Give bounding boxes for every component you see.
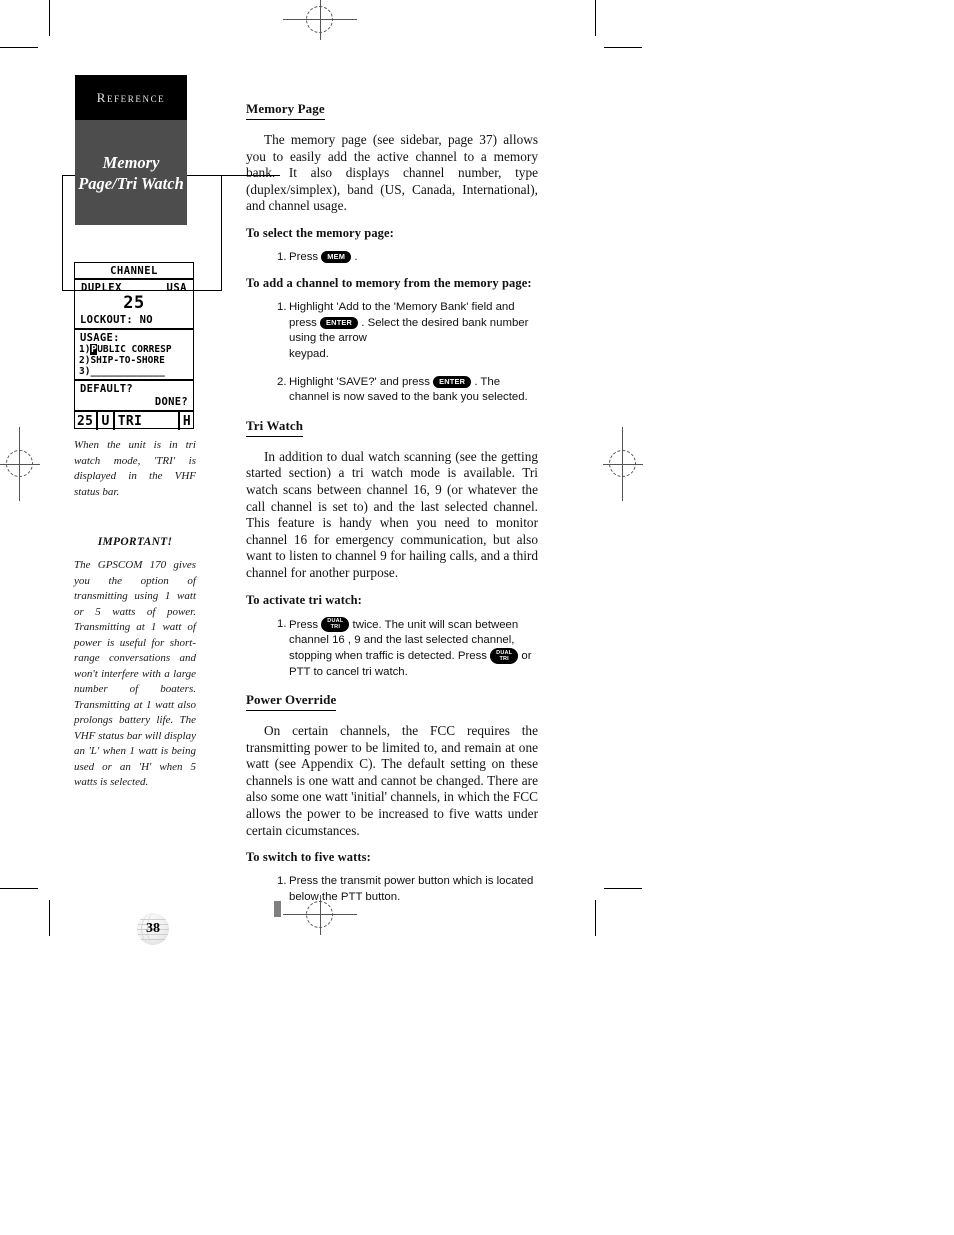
procedure-heading-switch-five-watts: To switch to five watts: bbox=[246, 850, 371, 865]
procedure-heading-select-memory-page: To select the memory page: bbox=[246, 225, 394, 240]
lcd-done-field: DONE? bbox=[75, 396, 193, 412]
heading-memory-page: Memory Page bbox=[246, 101, 325, 120]
paragraph-power-override: On certain channels, the FCC requires th… bbox=[246, 723, 538, 838]
steps-add-channel: 1. Highlight 'Add to the 'Memory Bank' f… bbox=[246, 300, 538, 405]
step-text-a: Highlight 'SAVE?' and press bbox=[289, 376, 430, 388]
lcd-usage-label: USAGE: bbox=[80, 332, 120, 344]
sidebar-caption-important: The GPSCOM 170 gives you the option of t… bbox=[74, 559, 196, 788]
lcd-status-mode: TRI bbox=[117, 413, 143, 429]
step-item: 1. Press DUAL TRI twice. The unit will sc… bbox=[277, 616, 538, 680]
enter-key-badge[interactable]: ENTER bbox=[320, 316, 359, 329]
dual-tri-key-line2: TRI bbox=[499, 656, 509, 663]
page-number: 38 bbox=[146, 921, 160, 936]
procedure-heading-activate-tri-watch: To activate tri watch: bbox=[246, 592, 362, 607]
steps-switch-five-watts: 1. Press the transmit power button which… bbox=[246, 874, 538, 905]
lcd-status-divider-1 bbox=[96, 412, 99, 430]
crop-mark-bottom-right-horizontal bbox=[604, 888, 642, 890]
step-text: Press the transmit power button which is… bbox=[289, 875, 534, 903]
section-tab-reference-label: Reference bbox=[96, 89, 166, 105]
lcd-status-channel: 25 bbox=[77, 413, 94, 429]
enter-key-badge[interactable]: ENTER bbox=[433, 375, 472, 389]
section-tab-title-line2: Page/Tri Watch bbox=[78, 173, 184, 193]
page-number-badge: 38 bbox=[137, 913, 169, 945]
lcd-usage-1-prefix: 1) bbox=[79, 344, 91, 355]
lcd-status-power: H bbox=[182, 413, 191, 429]
mem-key-badge[interactable]: MEM bbox=[321, 250, 352, 264]
lcd-status-band: U bbox=[101, 413, 110, 429]
section-tri-watch-heading-wrap: Tri Watch bbox=[246, 417, 538, 440]
lcd-status-bar: 25 U TRI H bbox=[75, 412, 193, 430]
section-tab-title-line1: Memory bbox=[102, 152, 160, 172]
lcd-lockout: LOCKOUT: NO bbox=[75, 314, 193, 330]
lcd-usage-item-2: 2)SHIP-TO-SHORE bbox=[79, 355, 165, 366]
section-tab-reference: Reference bbox=[75, 75, 187, 120]
step-item: 1. Press the transmit power button which… bbox=[277, 874, 538, 905]
step-text-a: Press bbox=[289, 618, 319, 631]
dual-tri-key-badge[interactable]: DUAL TRI bbox=[321, 616, 350, 633]
step-item: 1. Highlight 'Add to the 'Memory Bank' f… bbox=[277, 300, 538, 362]
main-content: Memory Page The memory page (see sidebar… bbox=[246, 100, 538, 916]
crop-mark-top-right-horizontal bbox=[604, 47, 642, 49]
registration-mark-right bbox=[603, 427, 643, 501]
step-number: 1. bbox=[277, 617, 287, 630]
dual-tri-key-badge[interactable]: DUAL TRI bbox=[490, 648, 519, 665]
registration-mark-top bbox=[283, 0, 357, 40]
step-number: 2. bbox=[277, 376, 287, 388]
lcd-usage-1-rest: UBLIC CORRESP bbox=[97, 344, 172, 355]
sidebar-important-heading: IMPORTANT! bbox=[97, 536, 173, 548]
sidebar-rule bbox=[187, 175, 280, 177]
heading-tri-watch: Tri Watch bbox=[246, 418, 304, 437]
lcd-default-field: DEFAULT? bbox=[80, 383, 133, 395]
step-text-b: . bbox=[354, 250, 358, 263]
paragraph-memory-page: The memory page (see sidebar, page 37) a… bbox=[246, 132, 538, 214]
step-text-c: keypad. bbox=[289, 347, 329, 360]
step-number: 1. bbox=[277, 301, 287, 314]
step-number: 1. bbox=[277, 250, 287, 263]
crop-mark-top-left-vertical bbox=[49, 0, 51, 36]
lcd-channel-number: 25 bbox=[123, 293, 145, 313]
crop-mark-top-right-vertical bbox=[595, 0, 597, 36]
steps-select-memory-page: 1. Press MEM . bbox=[246, 250, 538, 265]
registration-mark-left bbox=[0, 427, 40, 501]
lcd-status-divider-2 bbox=[112, 412, 115, 430]
dual-tri-key-line2: TRI bbox=[330, 624, 341, 631]
section-power-override-heading-wrap: Power Override bbox=[246, 691, 538, 714]
crop-mark-bottom-left-horizontal bbox=[0, 888, 38, 890]
crop-mark-bottom-right-vertical bbox=[595, 900, 597, 936]
sidebar-caption-tri-watch: When the unit is in tri watch mode, 'TRI… bbox=[74, 439, 196, 498]
step-number: 1. bbox=[277, 875, 287, 888]
procedure-heading-add-channel: To add a channel to memory from the memo… bbox=[246, 276, 532, 291]
step-item: 1. Press MEM . bbox=[277, 250, 538, 265]
lcd-usage-item-3: 3)_____________ bbox=[75, 366, 193, 381]
section-memory-page-heading-wrap: Memory Page bbox=[246, 100, 538, 123]
lcd-usage-item-1: 1)PUBLIC CORRESP bbox=[75, 344, 193, 355]
section-tab-title: Memory Page/Tri Watch bbox=[75, 120, 187, 225]
lcd-status-divider-3 bbox=[177, 412, 180, 430]
paragraph-tri-watch: In addition to dual watch scanning (see … bbox=[246, 448, 538, 580]
step-text-a: Press bbox=[289, 250, 319, 263]
crop-mark-top-left-horizontal bbox=[0, 47, 38, 49]
crop-mark-bottom-left-vertical bbox=[49, 900, 51, 936]
steps-activate-tri-watch: 1. Press DUAL TRI twice. The unit will sc… bbox=[246, 616, 538, 680]
step-item: 2. Highlight 'SAVE?' and press ENTER . T… bbox=[277, 375, 538, 406]
heading-power-override: Power Override bbox=[246, 692, 337, 712]
